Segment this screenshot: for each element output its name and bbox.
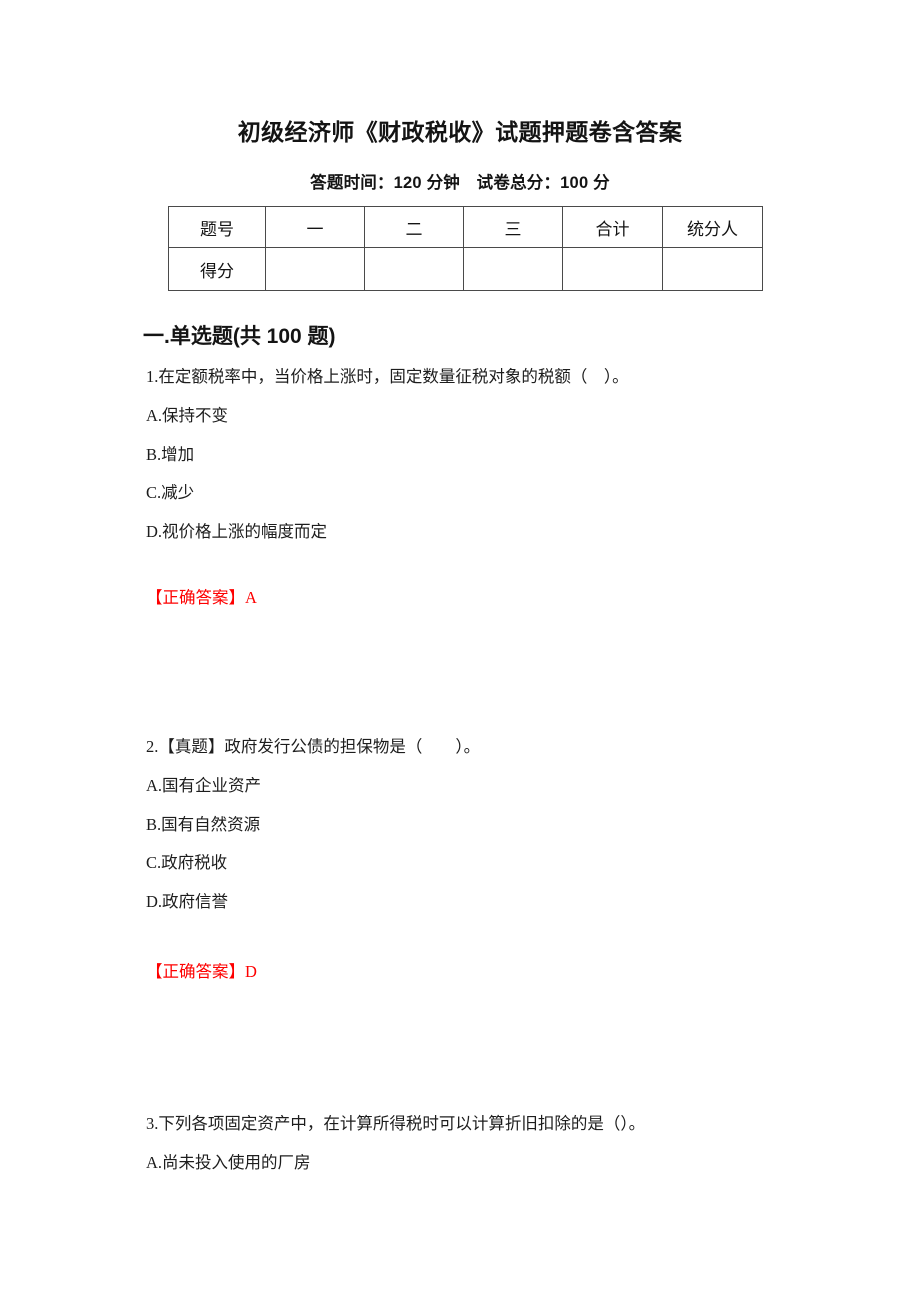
table-row-label-score: 得分 (168, 247, 266, 291)
table-row-header: 题号 一 二 三 合计 统分人 (168, 206, 763, 248)
question-1-option-d[interactable]: D.视价格上涨的幅度而定 (146, 520, 786, 545)
question-stem-1: 1.在定额税率中，当价格上涨时，固定数量征税对象的税额（ ）。 (146, 367, 629, 386)
question-2-option-d[interactable]: D.政府信誉 (146, 890, 786, 915)
question-block-3: 3.下列各项固定资产中，在计算所得税时可以计算折旧扣除的是（）。 A.尚未投入使… (146, 1112, 786, 1176)
score-table-container: 题号 一 二 三 合计 统分人 得分 (168, 206, 763, 291)
question-3-option-a[interactable]: A.尚未投入使用的厂房 (146, 1151, 786, 1176)
answer-value-1: A (245, 588, 257, 607)
score-cell-section-2[interactable] (364, 247, 464, 291)
table-header-question-no: 题号 (168, 206, 266, 248)
section-heading-single-choice: 一.单选题(共 100 题) (143, 325, 336, 348)
score-cell-scorer[interactable] (662, 247, 763, 291)
table-header-section-1: 一 (265, 206, 365, 248)
answer-value-2: D (245, 962, 257, 981)
page-title: 初级经济师《财政税收》试题押题卷含答案 (237, 120, 683, 145)
score-cell-section-3[interactable] (463, 247, 563, 291)
answer-line-2: 【正确答案】D (146, 958, 257, 982)
table-header-scorer: 统分人 (662, 206, 763, 248)
table-header-section-2: 二 (364, 206, 464, 248)
exam-meta-subtitle: 答题时间：120 分钟 试卷总分：100 分 (310, 174, 610, 192)
answer-line-1: 【正确答案】A (146, 584, 257, 608)
question-1-option-c[interactable]: C.减少 (146, 481, 786, 506)
question-block-1: 1.在定额税率中，当价格上涨时，固定数量征税对象的税额（ ）。 A.保持不变 B… (146, 365, 786, 545)
question-1-option-b[interactable]: B.增加 (146, 443, 786, 468)
score-cell-total[interactable] (562, 247, 663, 291)
question-1-option-a[interactable]: A.保持不变 (146, 404, 786, 429)
answer-label-2: 【正确答案】 (146, 962, 245, 981)
question-stem-2: 2.【真题】政府发行公债的担保物是（ ）。 (146, 737, 481, 756)
exam-paper-page: 初级经济师《财政税收》试题押题卷含答案 答题时间：120 分钟 试卷总分：100… (0, 0, 920, 1302)
answer-label-1: 【正确答案】 (146, 588, 245, 607)
score-table: 题号 一 二 三 合计 统分人 得分 (168, 206, 763, 291)
table-header-section-3: 三 (463, 206, 563, 248)
table-header-total: 合计 (562, 206, 663, 248)
table-row: 得分 (168, 247, 763, 291)
question-block-2: 2.【真题】政府发行公债的担保物是（ ）。 A.国有企业资产 B.国有自然资源 … (146, 735, 786, 915)
question-2-option-c[interactable]: C.政府税收 (146, 851, 786, 876)
question-2-option-a[interactable]: A.国有企业资产 (146, 774, 786, 799)
question-2-option-b[interactable]: B.国有自然资源 (146, 813, 786, 838)
question-stem-3: 3.下列各项固定资产中，在计算所得税时可以计算折旧扣除的是（）。 (146, 1114, 646, 1133)
score-cell-section-1[interactable] (265, 247, 365, 291)
